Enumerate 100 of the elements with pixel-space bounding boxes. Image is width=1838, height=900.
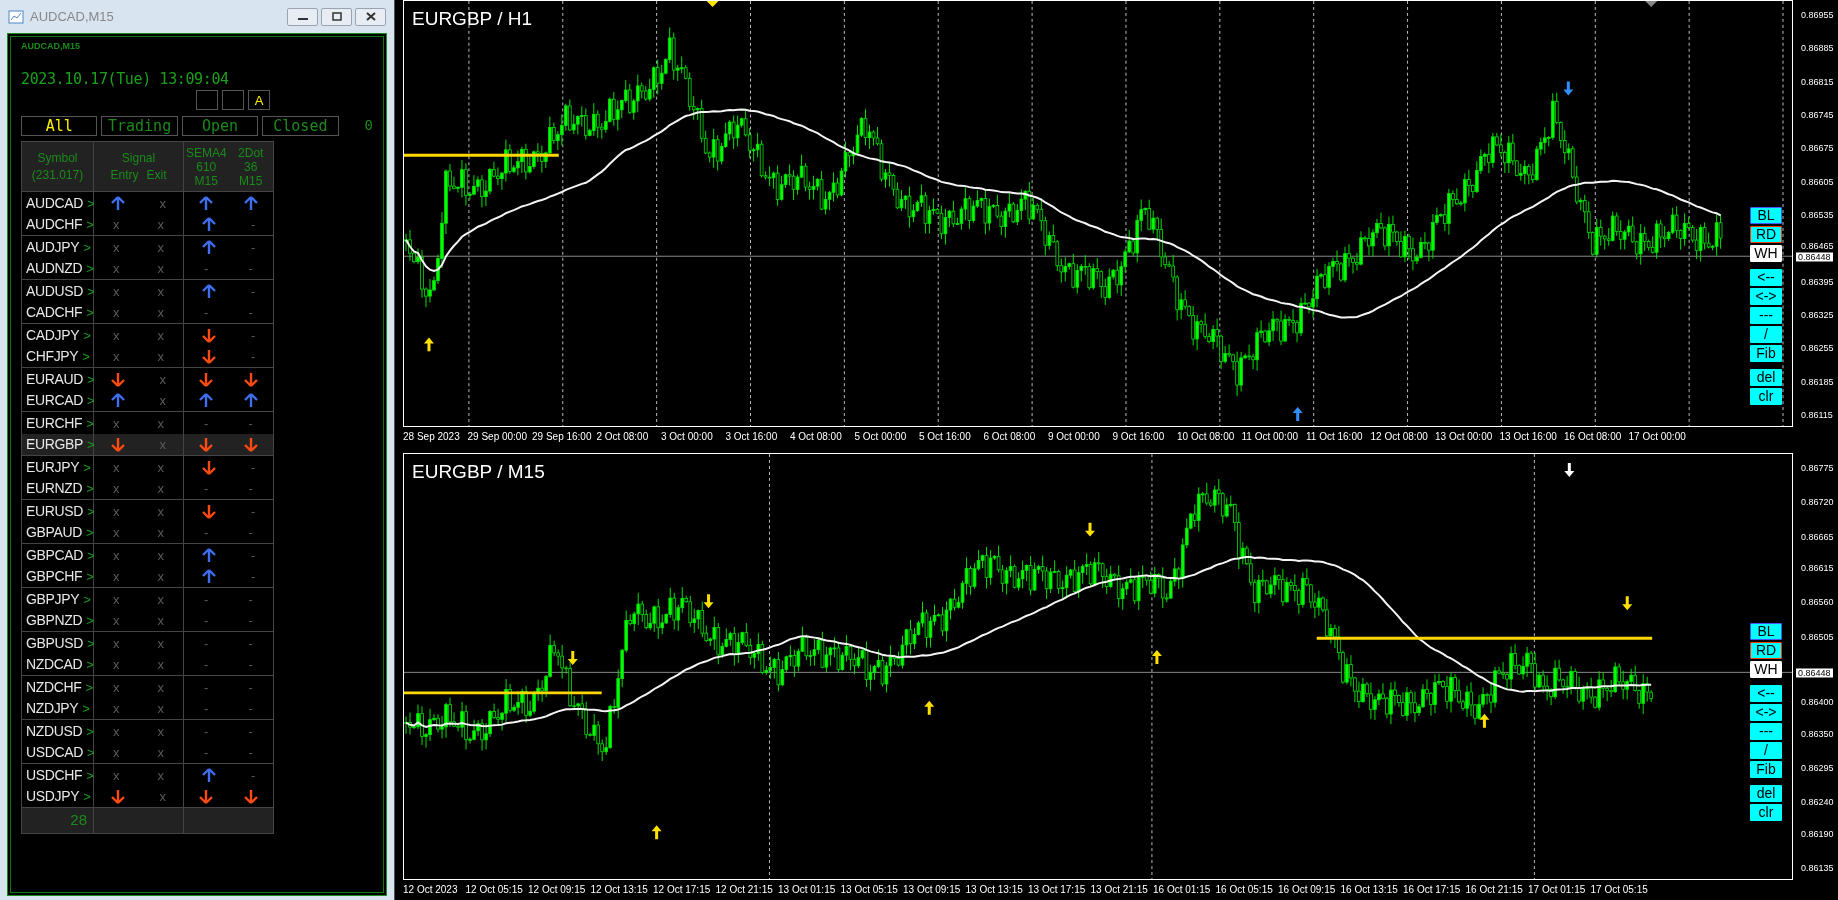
chart-tool-button[interactable]: del	[1750, 785, 1782, 803]
filter-tab[interactable]: Open	[181, 115, 259, 136]
open-chart-button[interactable]: >	[86, 570, 94, 583]
open-chart-button[interactable]: >	[87, 284, 95, 298]
table-row[interactable]: USDJPY > x	[22, 786, 273, 808]
signal-mark: -	[204, 614, 209, 627]
chart-tool-button[interactable]: WH	[1750, 245, 1782, 263]
table-row[interactable]: EURCAD > x	[22, 390, 273, 412]
open-chart-button[interactable]: >	[86, 724, 94, 738]
filter-tab[interactable]: Trading	[101, 115, 178, 136]
restore-button[interactable]	[321, 7, 352, 26]
symbol-name: EURGBP	[26, 435, 84, 454]
symbol-name: GBPAUD	[26, 523, 82, 542]
time-label: 9 Oct 16:00	[1112, 430, 1166, 444]
signal-mark: -	[204, 746, 209, 759]
signal-mark: -	[251, 504, 256, 518]
chart-tool-button[interactable]: <--	[1750, 685, 1782, 703]
open-chart-button[interactable]: >	[86, 416, 94, 430]
symbol-name: EURUSD	[26, 501, 84, 521]
open-chart-button[interactable]: >	[86, 526, 94, 539]
mode-button[interactable]	[196, 90, 218, 110]
chart-window-icon	[8, 8, 24, 25]
open-chart-button[interactable]: >	[87, 548, 95, 562]
mode-button[interactable]: A	[248, 90, 270, 110]
open-chart-button[interactable]: >	[82, 350, 90, 363]
open-chart-button[interactable]: >	[86, 218, 94, 231]
open-chart-button[interactable]: >	[87, 196, 95, 210]
chart-tool-button[interactable]: ---	[1750, 307, 1782, 325]
table-row[interactable]: GBPCHF > x x -	[22, 566, 273, 588]
symbol-name: NZDJPY	[26, 699, 79, 718]
table-row[interactable]: CADCHF > x x - -	[22, 302, 273, 324]
chart-tool-button[interactable]: BL	[1750, 207, 1782, 225]
chart-tool-button[interactable]: del	[1750, 369, 1782, 387]
open-chart-button[interactable]: >	[86, 658, 94, 671]
mode-button[interactable]	[222, 90, 244, 110]
close-button[interactable]	[355, 7, 386, 26]
column-header: M15	[239, 173, 263, 188]
chart-tool-button[interactable]: Fib	[1750, 761, 1782, 779]
chart-tool-button[interactable]: Fib	[1750, 345, 1782, 363]
open-chart-button[interactable]: >	[87, 504, 95, 518]
time-label: 16 Oct 01:15	[1153, 883, 1212, 897]
signal-mark: x	[113, 526, 120, 539]
open-chart-button[interactable]: >	[86, 262, 94, 275]
price-label: 0.86560	[1801, 597, 1834, 607]
table-row[interactable]: AUDCHF > x x -	[22, 214, 273, 236]
table-row[interactable]: CHFJPY > x x -	[22, 346, 273, 368]
column-header: SEMA4	[185, 145, 227, 160]
open-chart-button[interactable]: >	[87, 372, 95, 386]
chart-tool-button[interactable]: /	[1750, 742, 1782, 760]
open-chart-button[interactable]: >	[82, 702, 90, 715]
table-row[interactable]: AUDNZD > x x - -	[22, 258, 273, 280]
open-chart-button[interactable]: >	[86, 306, 94, 319]
price-label: 0.86240	[1801, 797, 1834, 807]
open-chart-button[interactable]: >	[87, 746, 95, 759]
chart-tool-button[interactable]: WH	[1750, 661, 1782, 679]
time-label: 16 Oct 09:15	[1278, 883, 1337, 897]
open-chart-button[interactable]: >	[83, 790, 91, 803]
open-chart-button[interactable]: >	[87, 438, 95, 451]
up-arrow-icon	[201, 283, 216, 299]
table-row[interactable]: NZDCAD > x x - -	[22, 654, 273, 676]
open-chart-button[interactable]: >	[86, 614, 94, 627]
signal-mark: x	[159, 196, 166, 210]
chart-tool-button[interactable]: clr	[1750, 804, 1782, 822]
table-row[interactable]: EURNZD > x x - -	[22, 478, 273, 500]
time-label: 9 Oct 00:00	[1048, 430, 1101, 444]
signal-mark: x	[157, 746, 164, 759]
chart-tool-button[interactable]: <->	[1750, 704, 1782, 722]
open-chart-button[interactable]: >	[85, 680, 94, 694]
chart-tool-button[interactable]: <--	[1750, 269, 1782, 287]
chart-tool-button[interactable]: clr	[1750, 388, 1782, 406]
open-chart-button[interactable]: >	[83, 328, 91, 342]
chart-tool-button[interactable]: <->	[1750, 288, 1782, 306]
table-row[interactable]: NZDJPY > x x - -	[22, 698, 273, 720]
chart-tool-button[interactable]: RD	[1750, 642, 1782, 660]
open-chart-button[interactable]: >	[87, 636, 95, 650]
symbol-name: GBPNZD	[26, 611, 83, 630]
open-chart-button[interactable]: >	[83, 592, 91, 606]
signal-mark: -	[248, 306, 253, 319]
chart-tool-button[interactable]: BL	[1750, 623, 1782, 641]
open-chart-button[interactable]: >	[83, 460, 91, 474]
panel-caption: AUDCAD,M15	[21, 40, 81, 53]
filter-tab[interactable]: All	[21, 115, 98, 136]
open-chart-button[interactable]: >	[83, 240, 91, 254]
chart-tool-button[interactable]: /	[1750, 326, 1782, 344]
signal-mark: x	[157, 306, 164, 319]
table-row[interactable]: GBPAUD > x x - -	[22, 522, 273, 544]
open-chart-button[interactable]: >	[87, 394, 95, 407]
chart-tool-button[interactable]: ---	[1750, 723, 1782, 741]
table-row[interactable]: USDCAD > x x - -	[22, 742, 273, 764]
chart-tool-button[interactable]: RD	[1750, 226, 1782, 244]
time-label: 16 Oct 13:15	[1340, 883, 1399, 897]
signal-mark: -	[248, 482, 253, 495]
minimize-button[interactable]	[287, 7, 318, 26]
filter-tab[interactable]: Closed	[262, 115, 339, 136]
open-chart-button[interactable]: >	[86, 768, 94, 782]
time-label: 16 Oct 05:15	[1215, 883, 1274, 897]
table-row[interactable]: GBPNZD > x x - -	[22, 610, 273, 632]
open-chart-button[interactable]: >	[86, 482, 94, 495]
table-row[interactable]: EURGBP > x	[22, 434, 273, 456]
up-arrow-icon	[201, 569, 216, 584]
